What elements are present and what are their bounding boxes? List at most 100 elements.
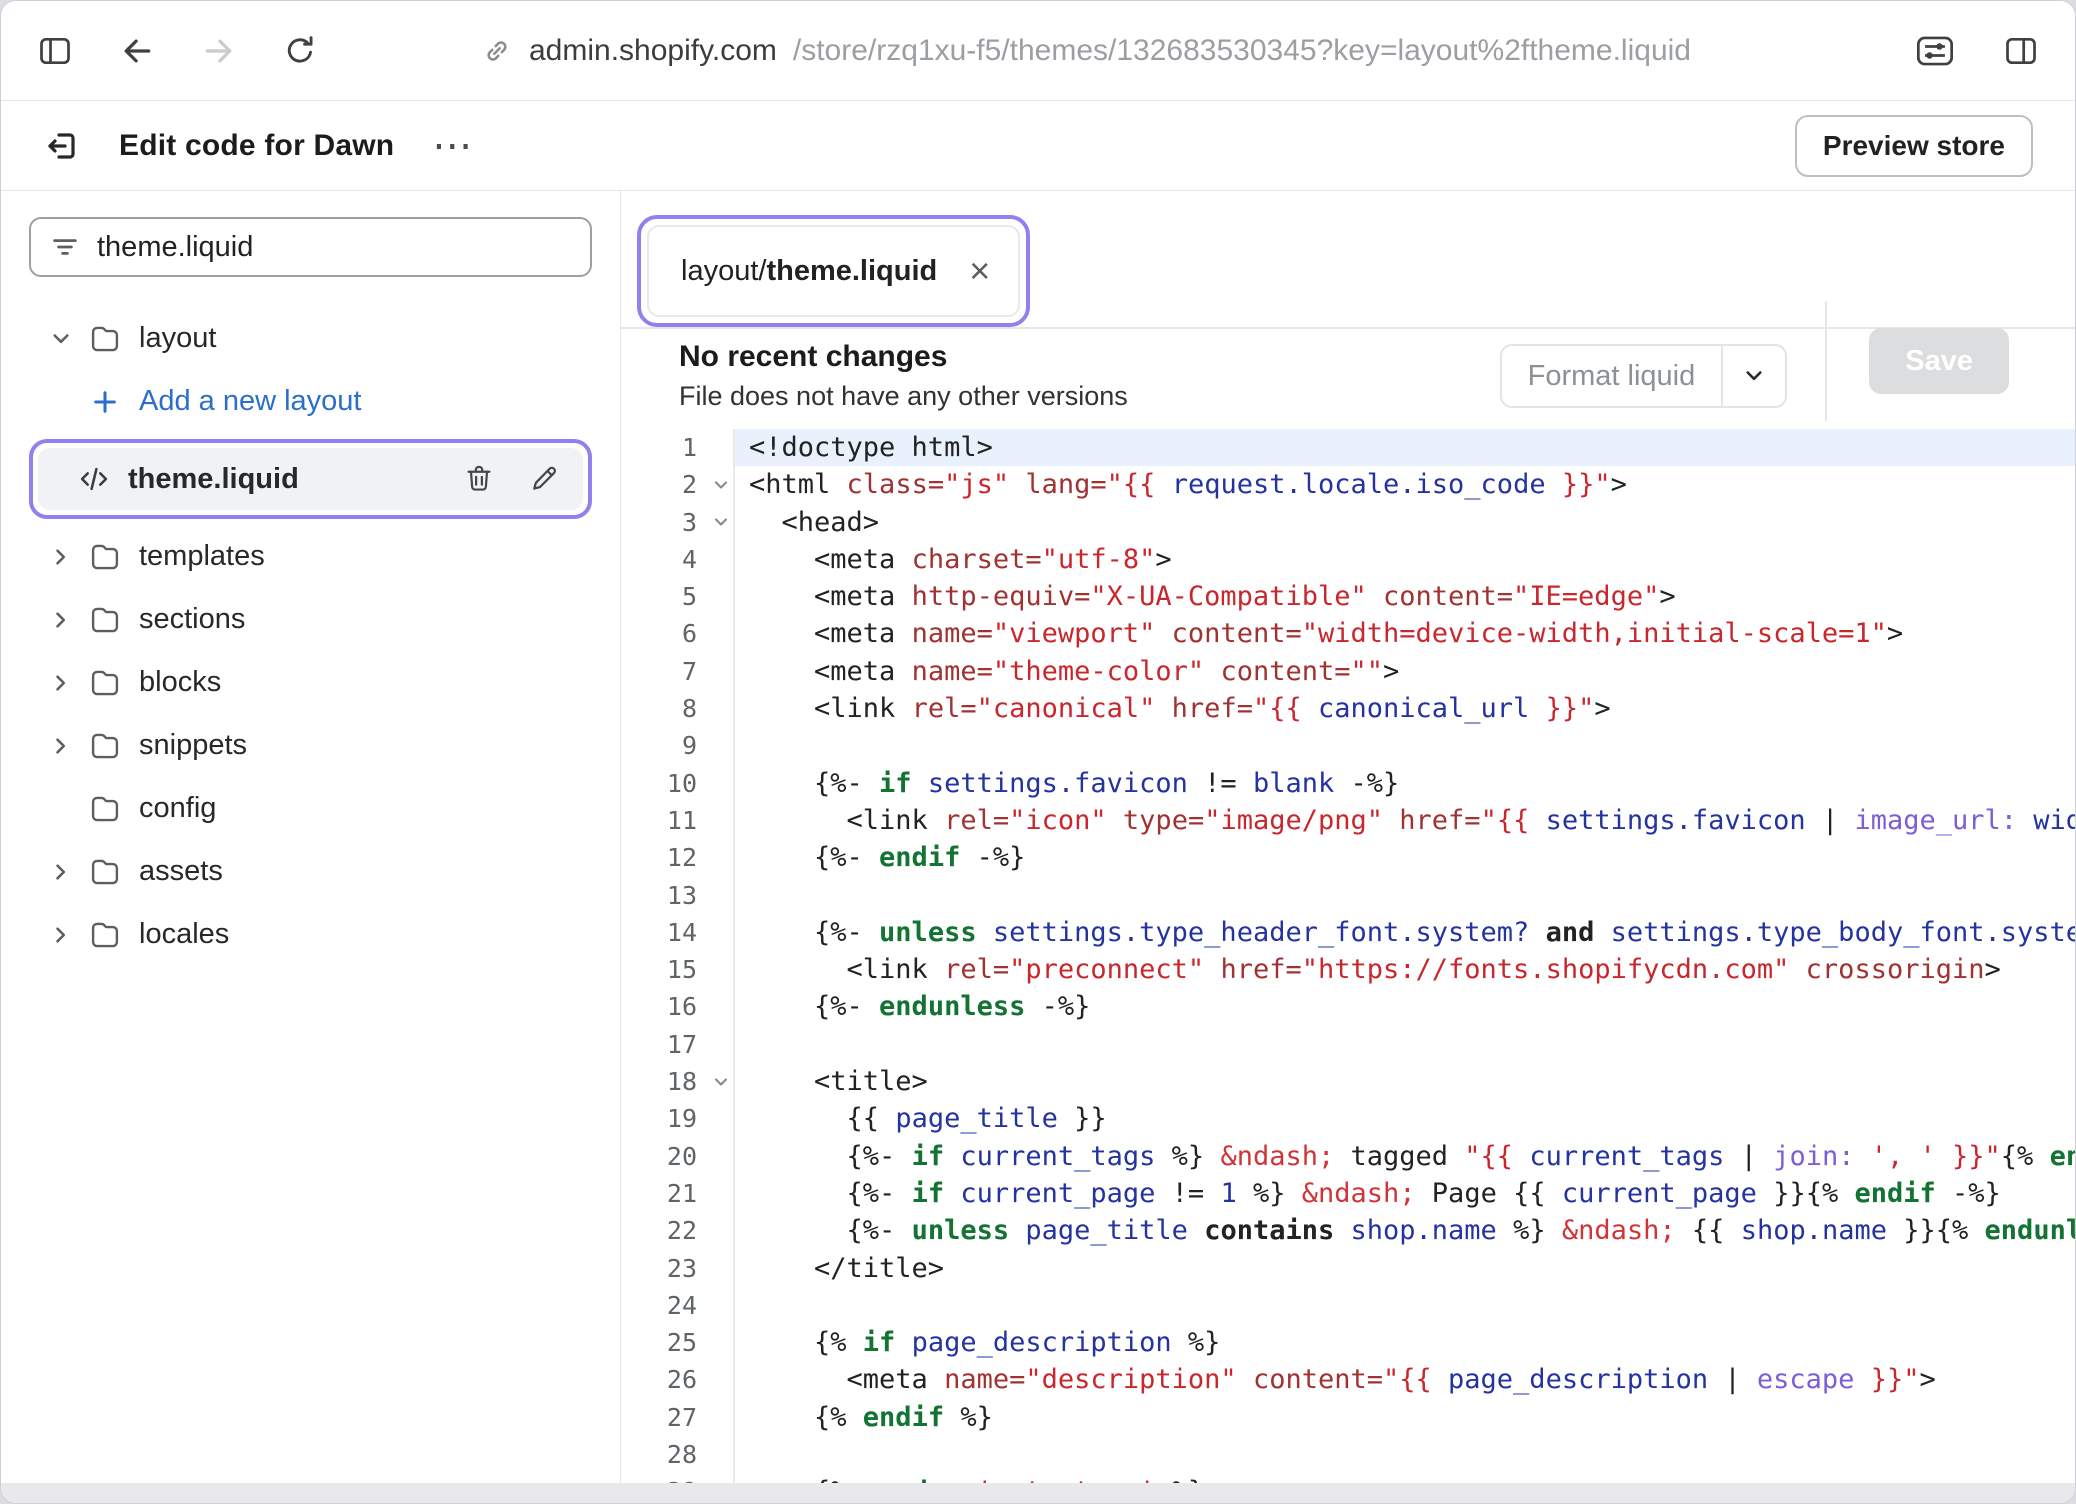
back-icon[interactable] — [119, 33, 155, 69]
chevron-right-icon[interactable] — [41, 852, 81, 892]
fold-caret-icon[interactable] — [711, 1072, 731, 1092]
code-line[interactable]: 7 <meta name="theme-color" content=""> — [621, 653, 2075, 690]
tree-item-label: layout — [139, 322, 216, 355]
line-number: 7 — [621, 653, 735, 690]
code-line[interactable]: 6 <meta name="viewport" content="width=d… — [621, 615, 2075, 652]
code-line[interactable]: 28 — [621, 1436, 2075, 1473]
url-host: admin.shopify.com — [529, 34, 777, 68]
sidebar-item-config[interactable]: config — [29, 777, 592, 840]
code-line[interactable]: 2<html class="js" lang="{{ request.local… — [621, 466, 2075, 503]
preview-store-button[interactable]: Preview store — [1795, 115, 2033, 177]
sidebar-item-sections[interactable]: sections — [29, 588, 592, 651]
code-text: {%- unless page_title contains shop.name… — [735, 1212, 2075, 1249]
annotation-ring-tab: layout/theme.liquid × — [637, 215, 1030, 327]
format-liquid-button[interactable]: Format liquid — [1500, 344, 1788, 408]
folder-icon — [83, 317, 127, 361]
line-number: 15 — [621, 951, 735, 988]
code-line[interactable]: 12 {%- endif -%} — [621, 839, 2075, 876]
chevron-down-icon[interactable] — [41, 319, 81, 359]
page-settings-icon[interactable] — [1913, 33, 1957, 69]
code-line[interactable]: 15 <link rel="preconnect" href="https://… — [621, 951, 2075, 988]
code-line[interactable]: 5 <meta http-equiv="X-UA-Compatible" con… — [621, 578, 2075, 615]
code-line[interactable]: 25 {% if page_description %} — [621, 1324, 2075, 1361]
code-line[interactable]: 21 {%- if current_page != 1 %} &ndash; P… — [621, 1175, 2075, 1212]
chevron-right-icon[interactable] — [41, 537, 81, 577]
more-actions-button[interactable]: ⋯ — [432, 126, 472, 166]
code-line[interactable]: 3 <head> — [621, 504, 2075, 541]
reload-icon[interactable] — [283, 34, 317, 68]
chevron-right-icon[interactable] — [41, 726, 81, 766]
exit-icon[interactable] — [43, 126, 83, 166]
code-text: {% render 'meta-tags' %} — [735, 1473, 2075, 1483]
chevron-right-icon[interactable] — [41, 600, 81, 640]
code-text: <head> — [735, 504, 2075, 541]
code-line[interactable]: 24 — [621, 1287, 2075, 1324]
code-line[interactable]: 20 {%- if current_tags %} &ndash; tagged… — [621, 1138, 2075, 1175]
chevron-right-icon[interactable] — [41, 663, 81, 703]
code-line[interactable]: 14 {%- unless settings.type_header_font.… — [621, 914, 2075, 951]
tree-item-label: locales — [139, 918, 229, 951]
line-number: 22 — [621, 1212, 735, 1249]
sidebar-item-templates[interactable]: templates — [29, 525, 592, 588]
line-number: 12 — [621, 839, 735, 876]
code-line[interactable]: 22 {%- unless page_title contains shop.n… — [621, 1212, 2075, 1249]
chevron-right-icon[interactable] — [41, 915, 81, 955]
code-line[interactable]: 8 <link rel="canonical" href="{{ canonic… — [621, 690, 2075, 727]
line-number: 14 — [621, 914, 735, 951]
code-line[interactable]: 17 — [621, 1026, 2075, 1063]
code-line[interactable]: 26 <meta name="description" content="{{ … — [621, 1361, 2075, 1398]
code-text: {{ page_title }} — [735, 1100, 2075, 1137]
chevron-down-icon[interactable] — [1721, 346, 1785, 406]
line-number: 10 — [621, 765, 735, 802]
forward-icon[interactable] — [201, 33, 237, 69]
trash-icon[interactable] — [463, 463, 495, 495]
code-text: {%- if settings.favicon != blank -%} — [735, 765, 2075, 802]
code-line[interactable]: 13 — [621, 877, 2075, 914]
sidebar-item-snippets[interactable]: snippets — [29, 714, 592, 777]
fold-caret-icon[interactable] — [711, 475, 731, 495]
split-view-icon[interactable] — [2003, 33, 2039, 69]
line-number: 1 — [621, 429, 735, 466]
code-line[interactable]: 1<!doctype html> — [621, 429, 2075, 466]
tab-theme-liquid[interactable]: layout/theme.liquid × — [647, 225, 1020, 317]
line-number: 9 — [621, 727, 735, 764]
save-button[interactable]: Save — [1869, 328, 2009, 394]
sidebar-item-assets[interactable]: assets — [29, 840, 592, 903]
code-line[interactable]: 16 {%- endunless -%} — [621, 988, 2075, 1025]
code-line[interactable]: 4 <meta charset="utf-8"> — [621, 541, 2075, 578]
tree-item-label: Add a new layout — [139, 385, 361, 418]
line-number: 5 — [621, 578, 735, 615]
tree-item-label: snippets — [139, 729, 247, 762]
code-line[interactable]: 10 {%- if settings.favicon != blank -%} — [621, 765, 2075, 802]
add-layout-button[interactable]: Add a new layout — [29, 370, 592, 433]
code-editor[interactable]: 1<!doctype html>2<html class="js" lang="… — [621, 423, 2075, 1483]
code-line[interactable]: 29 {% render 'meta-tags' %} — [621, 1473, 2075, 1483]
link-icon — [481, 35, 513, 67]
fold-caret-icon[interactable] — [711, 512, 731, 532]
code-line[interactable]: 9 — [621, 727, 2075, 764]
tree-item-label: templates — [139, 540, 265, 573]
line-number: 16 — [621, 988, 735, 1025]
file-search-box[interactable] — [29, 217, 592, 277]
sidebar-toggle-icon[interactable] — [37, 33, 73, 69]
sidebar-item-theme-liquid[interactable]: theme.liquid — [38, 448, 583, 510]
address-bar[interactable]: admin.shopify.com/store/rzq1xu-f5/themes… — [481, 34, 1867, 68]
close-icon[interactable]: × — [969, 253, 990, 289]
code-line[interactable]: 27 {% endif %} — [621, 1399, 2075, 1436]
code-text — [735, 1436, 2075, 1473]
code-line[interactable]: 23 </title> — [621, 1250, 2075, 1287]
search-input[interactable] — [97, 231, 572, 264]
code-line[interactable]: 18 <title> — [621, 1063, 2075, 1100]
sidebar-item-blocks[interactable]: blocks — [29, 651, 592, 714]
line-number: 17 — [621, 1026, 735, 1063]
code-text: {%- unless settings.type_header_font.sys… — [735, 914, 2075, 951]
code-text: <link rel="canonical" href="{{ canonical… — [735, 690, 2075, 727]
pencil-icon[interactable] — [529, 463, 561, 495]
line-number: 29 — [621, 1473, 735, 1483]
code-text: <html class="js" lang="{{ request.locale… — [735, 466, 2075, 503]
sidebar-item-layout[interactable]: layout — [29, 307, 592, 370]
sidebar-item-locales[interactable]: locales — [29, 903, 592, 966]
code-icon — [72, 457, 116, 501]
code-line[interactable]: 19 {{ page_title }} — [621, 1100, 2075, 1137]
code-line[interactable]: 11 <link rel="icon" type="image/png" hre… — [621, 802, 2075, 839]
